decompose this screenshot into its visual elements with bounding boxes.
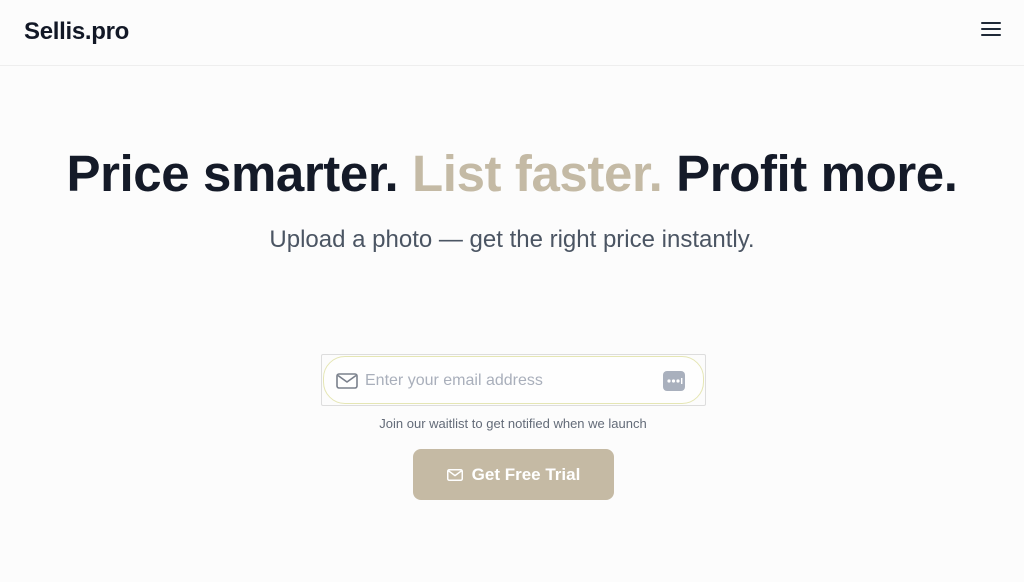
headline-part-1: Price smarter.: [66, 145, 399, 202]
waitlist-helper-text: Join our waitlist to get notified when w…: [379, 416, 647, 431]
hero-subheadline: Upload a photo — get the right price ins…: [269, 226, 755, 253]
site-header: Sellis.pro: [0, 0, 1024, 66]
email-field-wrapper: [323, 356, 704, 404]
password-dots-icon[interactable]: [663, 371, 685, 391]
menu-button[interactable]: [976, 16, 1006, 42]
email-field-container: [321, 354, 706, 406]
cta-label: Get Free Trial: [471, 464, 581, 484]
mail-icon: [336, 373, 358, 389]
email-input[interactable]: [365, 368, 645, 394]
get-free-trial-button[interactable]: Get Free Trial: [413, 449, 614, 500]
headline-part-3: Profit more.: [676, 145, 958, 202]
headline-part-2: List faster.: [412, 145, 663, 202]
mail-icon: [446, 468, 463, 481]
logo[interactable]: Sellis.pro: [24, 18, 129, 46]
hero-headline: Price smarter. List faster. Profit more.: [0, 144, 1024, 203]
hamburger-menu-icon: [981, 22, 1001, 36]
